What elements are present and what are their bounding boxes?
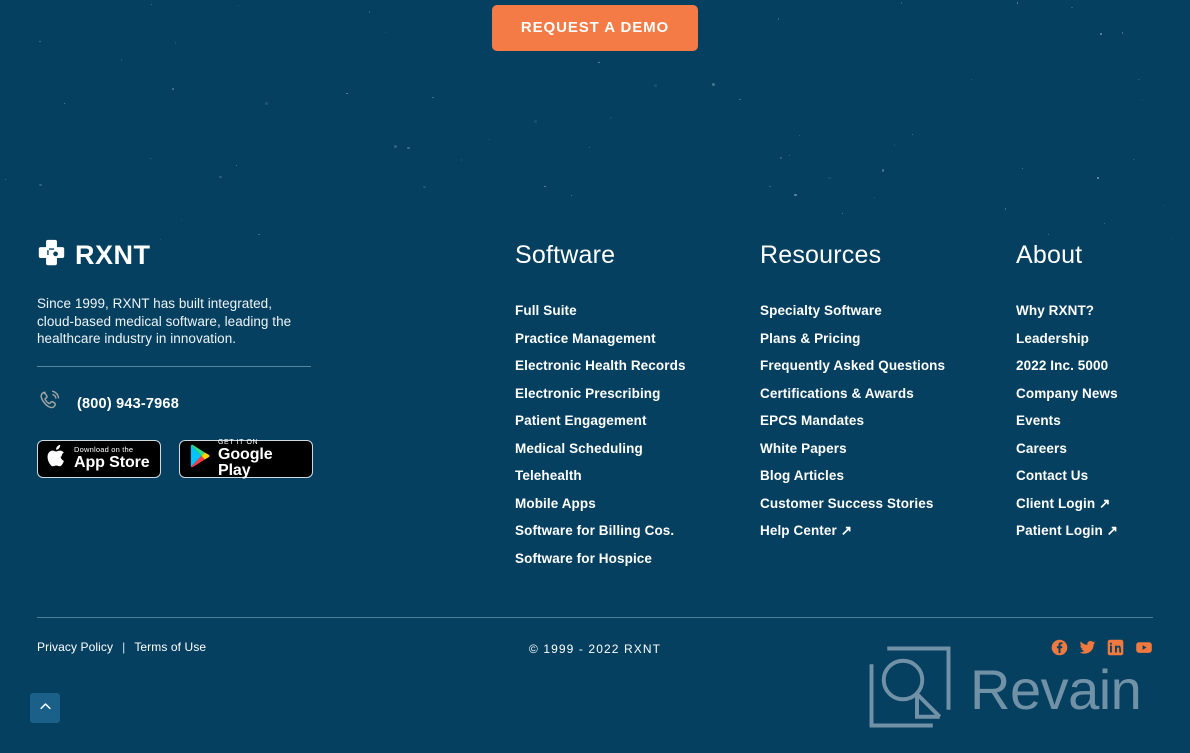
google-play-icon xyxy=(189,444,211,473)
scroll-to-top-button[interactable] xyxy=(30,693,60,723)
brand-divider xyxy=(37,365,311,367)
footer-column-software: Software Full Suite Practice Management El… xyxy=(515,243,686,572)
footer-column-about: About Why RXNT? Leadership 2022 Inc. 5000 C… xyxy=(1016,243,1118,545)
app-store-badge-text: Download on the App Store xyxy=(74,446,150,471)
footer-link-software-2[interactable]: Electronic Health Records xyxy=(515,352,686,380)
app-store-top-line: Download on the xyxy=(74,445,134,455)
youtube-icon[interactable] xyxy=(1135,639,1152,656)
social-links xyxy=(1051,639,1152,656)
footer-link-software-1[interactable]: Practice Management xyxy=(515,325,686,353)
google-play-top-line: GET IT ON xyxy=(218,438,259,446)
column-title-software: Software xyxy=(515,241,616,269)
footer-link-software-8[interactable]: Software for Billing Cos. xyxy=(515,517,686,545)
footer-link-about-4[interactable]: Events xyxy=(1016,407,1118,435)
google-play-badge-text: GET IT ON Google Play xyxy=(218,439,303,479)
rxnt-logo[interactable]: RXNT xyxy=(37,238,337,272)
facebook-icon[interactable] xyxy=(1051,639,1068,656)
footer-link-resources-8[interactable]: Help Center ↗ xyxy=(760,517,945,545)
footer-link-about-3[interactable]: Company News xyxy=(1016,380,1118,408)
footer-brand-block: RXNT Since 1999, RXNT has built integrat… xyxy=(37,238,337,478)
column-title-about: About xyxy=(1016,241,1083,269)
footer-link-about-6[interactable]: Contact Us xyxy=(1016,462,1118,490)
footer-link-resources-4[interactable]: EPCS Mandates xyxy=(760,407,945,435)
footer-link-software-5[interactable]: Medical Scheduling xyxy=(515,435,686,463)
app-store-main-line: App Store xyxy=(74,453,150,471)
rxnt-wordmark: RXNT xyxy=(75,239,151,270)
twitter-icon[interactable] xyxy=(1079,639,1096,656)
link-list-about: Why RXNT? Leadership 2022 Inc. 5000 Company… xyxy=(1016,297,1118,545)
phone-row[interactable]: (800) 943-7968 xyxy=(37,389,337,419)
app-badges: Download on the App Store GET IT ON Goog… xyxy=(37,439,337,479)
footer-column-resources: Resources Specialty Software Plans & Pric… xyxy=(760,243,945,545)
rxnt-cross-icon xyxy=(37,238,66,272)
footer-link-software-0[interactable]: Full Suite xyxy=(515,297,686,325)
column-title-resources: Resources xyxy=(760,241,882,269)
request-demo-button[interactable]: REQUEST A DEMO xyxy=(491,5,699,51)
footer-link-about-8[interactable]: Patient Login ↗ xyxy=(1016,517,1118,545)
brand-description: Since 1999, RXNT has built integrated, c… xyxy=(37,296,292,346)
footer-link-software-3[interactable]: Electronic Prescribing xyxy=(515,380,686,408)
footer-link-about-2[interactable]: 2022 Inc. 5000 xyxy=(1016,352,1118,380)
apple-icon xyxy=(47,444,67,473)
chevron-up-icon xyxy=(38,699,53,717)
footer-link-resources-5[interactable]: White Papers xyxy=(760,435,945,463)
site-footer: RXNT Since 1999, RXNT has built integrat… xyxy=(0,0,1190,753)
linkedin-icon[interactable] xyxy=(1107,639,1124,656)
footer-link-about-1[interactable]: Leadership xyxy=(1016,325,1118,353)
link-list-software: Full Suite Practice Management Electronic … xyxy=(515,297,686,572)
phone-number[interactable]: (800) 943-7968 xyxy=(77,396,179,412)
footer-link-resources-1[interactable]: Plans & Pricing xyxy=(760,325,945,353)
footer-link-resources-3[interactable]: Certifications & Awards xyxy=(760,380,945,408)
footer-link-resources-0[interactable]: Specialty Software xyxy=(760,297,945,325)
footer-link-resources-7[interactable]: Customer Success Stories xyxy=(760,490,945,518)
footer-divider xyxy=(37,617,1153,618)
link-list-resources: Specialty Software Plans & Pricing Frequen… xyxy=(760,297,945,545)
footer-link-resources-6[interactable]: Blog Articles xyxy=(760,462,945,490)
phone-ring-icon xyxy=(37,389,62,419)
copyright-text: © 1999 - 2022 RXNT xyxy=(528,642,662,656)
app-store-badge[interactable]: Download on the App Store xyxy=(37,439,161,478)
footer-link-about-5[interactable]: Careers xyxy=(1016,435,1118,463)
footer-link-software-4[interactable]: Patient Engagement xyxy=(515,407,686,435)
google-play-badge[interactable]: GET IT ON Google Play xyxy=(179,439,313,479)
cta-container: REQUEST A DEMO xyxy=(0,5,1190,51)
footer-link-software-7[interactable]: Mobile Apps xyxy=(515,490,686,518)
footer-link-software-6[interactable]: Telehealth xyxy=(515,462,686,490)
google-play-main-line: Google Play xyxy=(218,445,273,479)
footer-link-resources-2[interactable]: Frequently Asked Questions xyxy=(760,352,945,380)
footer-link-about-0[interactable]: Why RXNT? xyxy=(1016,297,1118,325)
footer-link-software-9[interactable]: Software for Hospice xyxy=(515,545,686,573)
footer-link-about-7[interactable]: Client Login ↗ xyxy=(1016,490,1118,518)
